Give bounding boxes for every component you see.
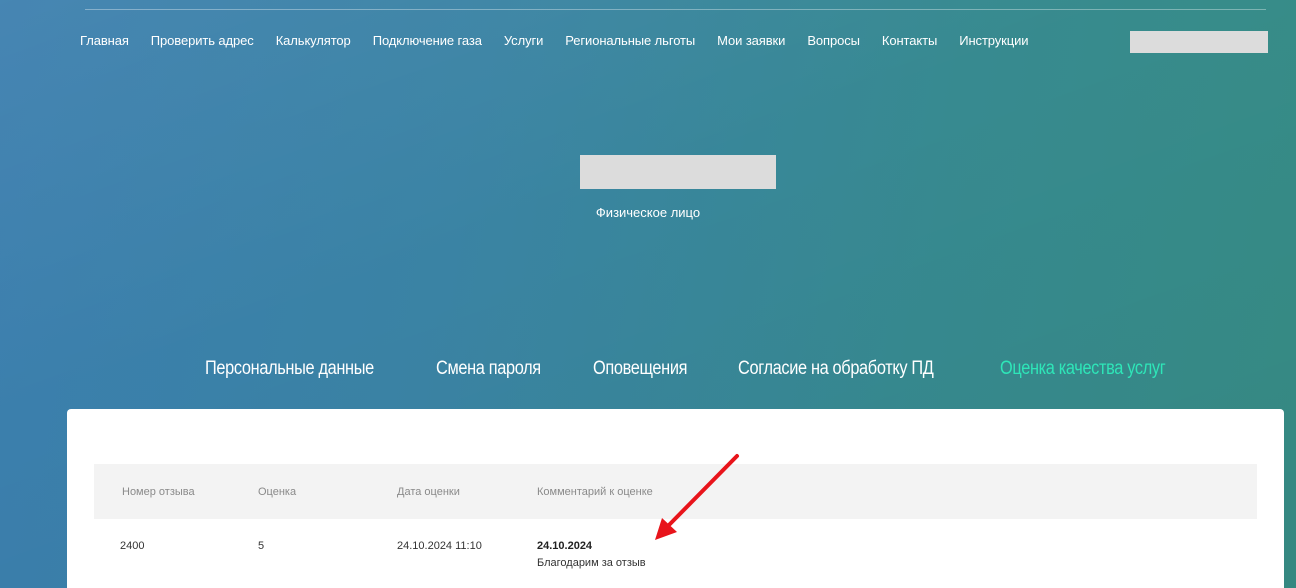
cell-rating-date: 24.10.2024 11:10 (397, 540, 482, 552)
reviews-card: Номер отзыва Оценка Дата оценки Коммента… (67, 409, 1284, 588)
redacted-user-name (580, 155, 776, 189)
column-header-rating-date: Дата оценки (397, 486, 460, 498)
main-nav: Главная Проверить адрес Калькулятор Подк… (80, 33, 1050, 48)
page: Главная Проверить адрес Калькулятор Подк… (0, 0, 1296, 588)
header-divider (85, 9, 1266, 10)
cell-rating: 5 (258, 540, 265, 552)
nav-calculator[interactable]: Калькулятор (276, 33, 351, 48)
tab-change-password[interactable]: Смена пароля (436, 358, 541, 380)
nav-gas-connection[interactable]: Подключение газа (373, 33, 482, 48)
cell-comment-date: 24.10.2024 (537, 540, 593, 552)
nav-my-requests[interactable]: Мои заявки (717, 33, 785, 48)
nav-home[interactable]: Главная (80, 33, 129, 48)
nav-contacts[interactable]: Контакты (882, 33, 937, 48)
cell-review-number: 2400 (120, 540, 145, 552)
column-header-rating: Оценка (258, 486, 297, 498)
tab-service-quality[interactable]: Оценка качества услуг (1000, 358, 1166, 380)
nav-instructions[interactable]: Инструкции (959, 33, 1028, 48)
nav-questions[interactable]: Вопросы (807, 33, 860, 48)
tab-personal-data[interactable]: Персональные данные (205, 358, 374, 380)
column-header-review-number: Номер отзыва (122, 486, 195, 498)
profile-tabs: Персональные данные Смена пароля Оповеще… (205, 358, 1227, 380)
column-header-comment: Комментарий к оценке (537, 486, 653, 498)
nav-check-address[interactable]: Проверить адрес (151, 33, 254, 48)
nav-services[interactable]: Услуги (504, 33, 543, 48)
tab-notifications[interactable]: Оповещения (593, 358, 687, 380)
nav-regional-benefits[interactable]: Региональные льготы (565, 33, 695, 48)
redacted-user-menu[interactable] (1130, 31, 1268, 53)
user-type-label: Физическое лицо (595, 205, 701, 220)
tab-data-consent[interactable]: Согласие на обработку ПД (738, 358, 934, 380)
cell-comment-text: Благодарим за отзыв (537, 557, 646, 569)
